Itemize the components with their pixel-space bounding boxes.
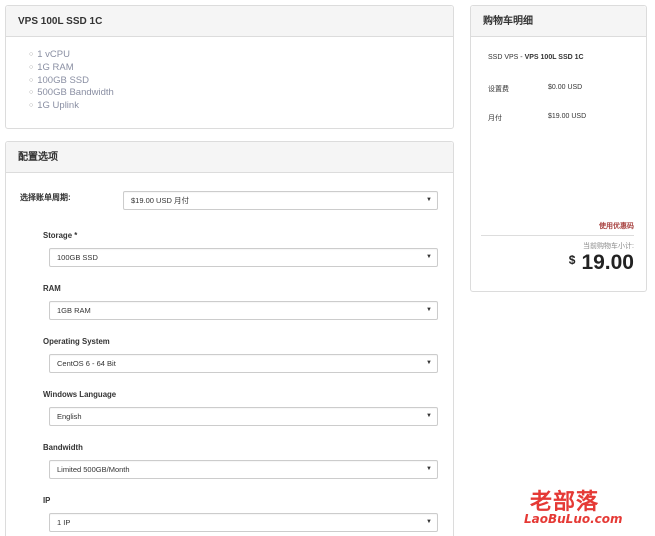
bandwidth-label: Bandwidth — [43, 443, 83, 452]
caret-down-icon: ▼ — [426, 254, 432, 260]
billing-cycle-label: 选择账单周期: — [20, 193, 71, 202]
subtotal-label: 当前购物车小计: — [583, 243, 634, 250]
os-value: CentOS 6 - 64 Bit — [57, 359, 116, 368]
watermark-en-text: LaoBuLuo.com — [524, 512, 623, 526]
caret-down-icon: ▼ — [426, 519, 432, 525]
storage-select[interactable]: 100GB SSD ▼ — [49, 248, 438, 267]
bandwidth-value: Limited 500GB/Month — [57, 465, 130, 474]
cart-title: 购物车明细 — [471, 6, 646, 37]
feature-item: 1 vCPU — [29, 49, 453, 62]
caret-down-icon: ▼ — [426, 466, 432, 472]
use-coupon-link[interactable]: 使用优惠码 — [599, 221, 634, 231]
storage-value: 100GB SSD — [57, 253, 98, 262]
billing-cycle-select[interactable]: $19.00 USD 月付 ▼ — [123, 191, 438, 210]
ram-select[interactable]: 1GB RAM ▼ — [49, 301, 438, 320]
ram-label: RAM — [43, 284, 61, 293]
caret-down-icon: ▼ — [426, 413, 432, 419]
caret-down-icon: ▼ — [426, 307, 432, 313]
total-value: 19.00 — [581, 251, 634, 274]
cart-divider — [481, 235, 634, 236]
bandwidth-select[interactable]: Limited 500GB/Month ▼ — [49, 460, 438, 479]
ip-select[interactable]: 1 IP ▼ — [49, 513, 438, 532]
setup-fee-value: $0.00 USD — [548, 84, 583, 91]
product-panel: VPS 100L SSD 1C 1 vCPU 1G RAM 100GB SSD … — [5, 5, 454, 129]
cart-product-prefix: SSD VPS - — [488, 54, 525, 61]
cart-product-name: VPS 100L SSD 1C — [524, 54, 584, 61]
currency-symbol: $ — [568, 253, 576, 267]
windows-language-label: Windows Language — [43, 390, 117, 399]
ip-value: 1 IP — [57, 518, 71, 527]
cart-summary-panel: 购物车明细 SSD VPS - VPS 100L SSD 1C 设置费 $0.0… — [470, 5, 647, 292]
setup-fee-label: 设置费 — [488, 86, 509, 93]
windows-language-value: English — [57, 412, 82, 421]
billing-cycle-value: $19.00 USD 月付 — [131, 196, 189, 205]
ram-value: 1GB RAM — [57, 306, 91, 315]
caret-down-icon: ▼ — [426, 360, 432, 366]
monthly-value: $19.00 USD — [548, 113, 587, 120]
cart-product-line: SSD VPS - VPS 100L SSD 1C — [488, 54, 584, 61]
product-title: VPS 100L SSD 1C — [6, 6, 453, 37]
storage-label: Storage * — [43, 231, 78, 240]
os-label: Operating System — [43, 337, 110, 346]
ip-label: IP — [43, 496, 51, 505]
windows-language-select[interactable]: English ▼ — [49, 407, 438, 426]
config-panel: 配置选项 选择账单周期: $19.00 USD 月付 ▼ Storage * 1… — [5, 141, 454, 536]
feature-list: 1 vCPU 1G RAM 100GB SSD 500GB Bandwidth … — [6, 37, 453, 113]
os-select[interactable]: CentOS 6 - 64 Bit ▼ — [49, 354, 438, 373]
monthly-label: 月付 — [488, 115, 502, 122]
feature-item: 500GB Bandwidth — [29, 87, 453, 100]
watermark-logo: 老部落 LaoBuLuo.com — [522, 484, 642, 532]
feature-item: 100GB SSD — [29, 75, 453, 88]
caret-down-icon: ▼ — [426, 197, 432, 203]
feature-item: 1G Uplink — [29, 100, 453, 113]
feature-item: 1G RAM — [29, 62, 453, 75]
config-title: 配置选项 — [6, 142, 453, 173]
total-amount: $19.00 — [569, 251, 634, 275]
